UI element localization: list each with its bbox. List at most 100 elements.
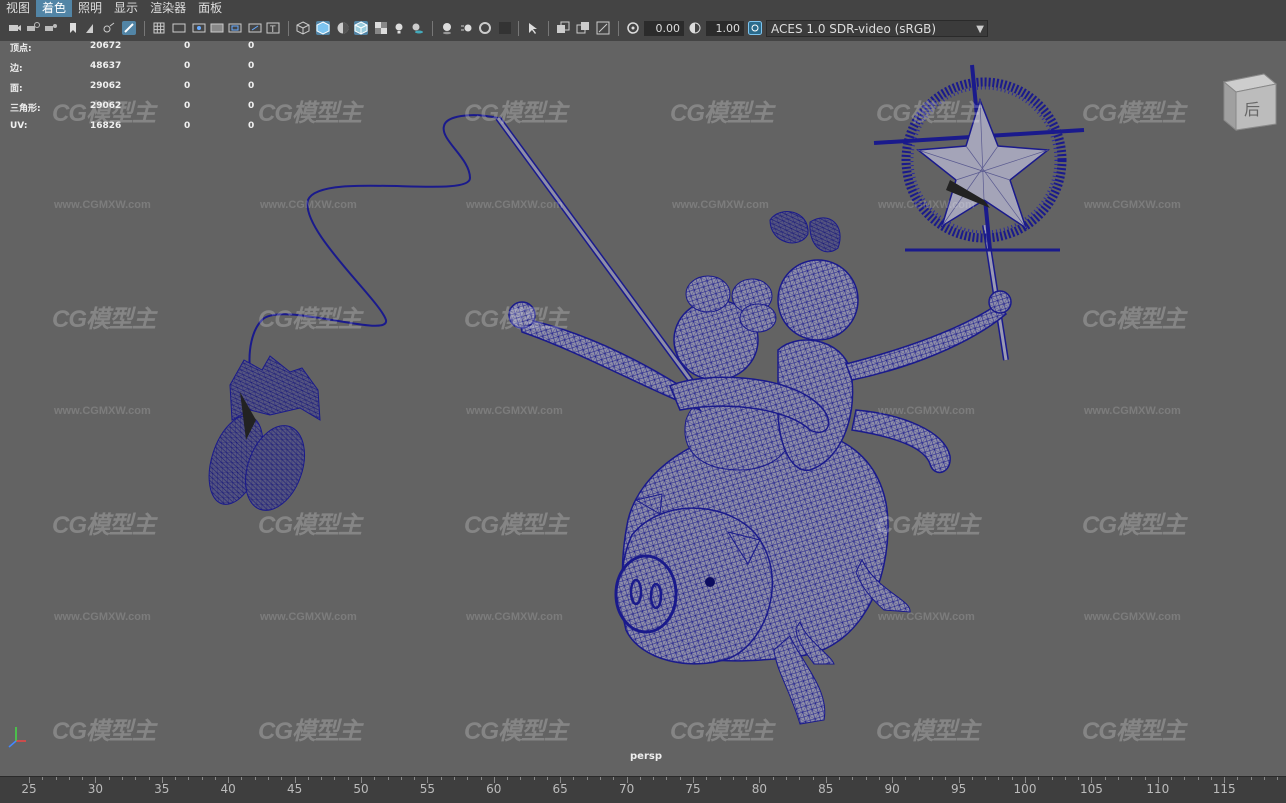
timeline-tick-mark	[533, 777, 535, 780]
timeline-tick-mark	[1171, 777, 1173, 780]
view-cube[interactable]: 后	[1222, 68, 1278, 132]
field-chart-icon[interactable]	[228, 21, 242, 35]
timeline-tick-mark	[201, 777, 203, 780]
timeline-tick-mark	[772, 777, 774, 780]
gate-mask-icon[interactable]	[210, 21, 224, 35]
maya-viewport-window: 视图 着色 照明 显示 渲染器 面板 T 0.00 1.00 ACES 1.0 …	[0, 0, 1286, 803]
image-plane-icon[interactable]	[66, 21, 80, 35]
timeline-tick-mark	[188, 777, 190, 780]
timeline-tick-mark	[241, 777, 243, 780]
timeline-tick-mark	[1277, 777, 1279, 780]
safe-action-icon[interactable]	[248, 21, 262, 35]
time-slider[interactable]: 25 30 35 40 45 50 55 60 65 70 75 80 85 90 95 100 105 110 1…	[0, 776, 1286, 803]
hud-row-uvs: UV: 16826 0 0	[10, 121, 255, 131]
timeline-tick-mark	[719, 777, 721, 780]
timeline-tick-mark	[347, 777, 349, 780]
view-transform-dropdown[interactable]: ACES 1.0 SDR-video (sRGB) ▼	[766, 20, 988, 37]
pencil-icon[interactable]	[122, 21, 136, 35]
safe-title-icon[interactable]: T	[266, 21, 280, 35]
textured-icon[interactable]	[374, 21, 388, 35]
camera-attributes-icon[interactable]	[26, 21, 40, 35]
menu-panels[interactable]: 面板	[192, 0, 228, 17]
depth-of-field-icon[interactable]	[498, 21, 512, 35]
timeline-tick-mark	[1197, 777, 1199, 780]
timeline-tick-mark	[971, 777, 973, 780]
menu-show[interactable]: 显示	[108, 0, 144, 17]
grid-icon[interactable]	[152, 21, 166, 35]
chevron-down-icon: ▼	[976, 24, 984, 35]
wireframe-on-shaded-icon[interactable]	[354, 21, 368, 35]
timeline-tick-mark	[586, 777, 588, 780]
xray-icon[interactable]	[556, 21, 570, 35]
smooth-shade-icon[interactable]	[316, 21, 330, 35]
timeline-tick-mark	[321, 777, 323, 780]
gamma-field[interactable]: 1.00	[706, 21, 744, 36]
xray-active-components-icon[interactable]	[576, 21, 590, 35]
film-gate-icon[interactable]	[172, 21, 186, 35]
wireframe-icon[interactable]	[296, 21, 310, 35]
timeline-tick-mark	[639, 777, 641, 780]
gamma-icon[interactable]	[688, 21, 702, 35]
timeline-tick-mark	[254, 777, 256, 780]
xray-joints-icon[interactable]	[596, 21, 610, 35]
use-all-lights-icon[interactable]	[392, 21, 406, 35]
timeline-tick-mark	[653, 777, 655, 780]
timeline-tick-mark	[706, 777, 708, 780]
timeline-tick-mark	[799, 777, 801, 780]
timeline-tick-mark	[55, 777, 57, 780]
lantern-model	[208, 355, 321, 511]
timeline-tick-mark	[307, 777, 309, 780]
timeline-frame-label: 60	[486, 782, 502, 796]
exposure-icon[interactable]	[626, 21, 640, 35]
timeline-tick-mark	[878, 777, 880, 780]
2d-pan-zoom-icon[interactable]	[84, 21, 98, 35]
screen-space-ao-icon[interactable]	[440, 21, 454, 35]
motion-blur-icon[interactable]	[460, 21, 474, 35]
toolbar-separator	[144, 21, 145, 36]
timeline-tick-mark	[1144, 777, 1146, 780]
timeline-frame-label: 105	[1079, 782, 1103, 796]
select-camera-icon[interactable]	[8, 21, 22, 35]
toolbar-separator	[518, 21, 519, 36]
isolate-select-icon[interactable]	[526, 21, 540, 35]
timeline-tick-mark	[865, 777, 867, 780]
menu-renderer[interactable]: 渲染器	[144, 0, 192, 17]
menu-shading[interactable]: 着色	[36, 0, 73, 17]
shadows-icon[interactable]	[410, 21, 424, 35]
toolbar-separator	[618, 21, 619, 36]
timeline-tick-mark	[932, 777, 934, 780]
resolution-gate-icon[interactable]	[192, 21, 206, 35]
menu-lighting[interactable]: 照明	[72, 0, 108, 17]
wireframe-scene	[208, 64, 1085, 725]
timeline-tick-mark	[1131, 777, 1133, 780]
panel-menu-bar: 视图 着色 照明 显示 渲染器 面板	[0, 0, 1286, 17]
timeline-frame-label: 30	[87, 782, 104, 796]
color-management-icon[interactable]	[748, 21, 762, 35]
svg-text:T: T	[269, 25, 276, 35]
perspective-viewport[interactable]: CG模型主 CG模型主 CG模型主 CG模型主 CG模型主 CG模型主 www.…	[0, 41, 1286, 776]
multisample-aa-icon[interactable]	[478, 21, 492, 35]
bookmarks-icon[interactable]	[44, 21, 58, 35]
timeline-frame-label: 75	[685, 782, 701, 796]
timeline-tick-mark	[812, 777, 814, 780]
timeline-tick-mark	[985, 777, 987, 780]
grease-pencil-icon[interactable]	[102, 21, 116, 35]
timeline-tick-mark	[679, 777, 681, 780]
axis-gizmo-icon	[8, 727, 26, 748]
menu-view[interactable]: 视图	[0, 0, 36, 17]
timeline-frame-label: 80	[751, 782, 768, 796]
timeline-tick-mark	[1064, 777, 1066, 780]
timeline-tick-mark	[905, 777, 907, 780]
timeline-tick-mark	[1210, 777, 1212, 780]
character-model	[508, 211, 1012, 725]
view-transform-value: ACES 1.0 SDR-video (sRGB)	[771, 22, 937, 36]
timeline-frame-label: 40	[220, 782, 236, 796]
timeline-tick-mark	[520, 777, 522, 780]
timeline-tick-mark	[148, 777, 150, 780]
timeline-tick-mark	[480, 777, 482, 780]
timeline-tick-mark	[214, 777, 216, 780]
default-material-icon[interactable]	[336, 21, 350, 35]
timeline-frame-label: 50	[353, 782, 369, 796]
hud-row-edges: 边: 48637 0 0	[10, 61, 255, 74]
exposure-field[interactable]: 0.00	[644, 21, 684, 36]
